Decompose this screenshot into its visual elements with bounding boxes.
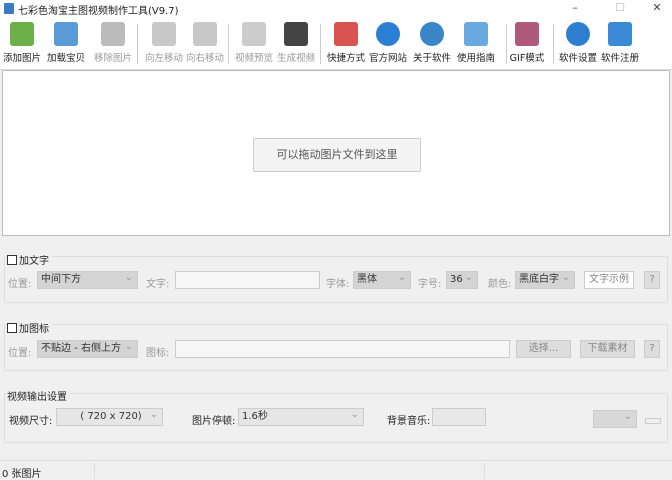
text-position-label: 位置: bbox=[8, 279, 32, 290]
text-label: 文字: bbox=[146, 279, 170, 290]
load-item-icon bbox=[54, 22, 78, 46]
toolbar-button-clapperboard[interactable]: 生成视频 bbox=[274, 20, 318, 66]
status-divider bbox=[484, 463, 485, 479]
arrow-left-icon bbox=[152, 22, 176, 46]
toolbar-label: 使用指南 bbox=[456, 53, 495, 64]
cubes-icon bbox=[334, 22, 358, 46]
add-icon-checkbox[interactable]: 加图标 bbox=[7, 320, 52, 335]
checkbox-box[interactable] bbox=[7, 255, 17, 265]
volume-slider[interactable] bbox=[645, 418, 661, 424]
add-icon-label: 加图标 bbox=[19, 324, 49, 335]
gif-film-icon bbox=[515, 22, 539, 46]
toolbar-button-guide[interactable]: 使用指南 bbox=[454, 20, 498, 66]
font-select[interactable]: 黑体 bbox=[353, 270, 411, 289]
toolbar-button-gif-film[interactable]: GIF模式 bbox=[505, 20, 549, 66]
toolbar: 添加图片 加载宝贝 移除图片 向左移动 向右移动 视频预览 生成视频 快捷方式 官方网站 关于软件… bbox=[0, 18, 672, 70]
maximize-button[interactable]: ☐ bbox=[605, 0, 635, 18]
toolbar-label: 生成视频 bbox=[276, 53, 315, 64]
video-size-label: 视频尺寸: bbox=[9, 416, 53, 427]
toolbar-separator bbox=[506, 24, 507, 64]
icon-path-input[interactable] bbox=[175, 340, 510, 358]
icon-help-button[interactable]: ? bbox=[644, 340, 660, 358]
output-settings-title: 视频输出设置 bbox=[7, 388, 70, 403]
font-label: 字体: bbox=[326, 279, 350, 290]
window-title: 七彩色淘宝主图视频制作工具(V9.7) bbox=[18, 6, 179, 17]
text-input[interactable] bbox=[175, 271, 320, 289]
toolbar-separator bbox=[320, 24, 321, 64]
toolbar-label: 移除图片 bbox=[93, 53, 132, 64]
icon-position-label: 位置: bbox=[8, 348, 32, 359]
toolbar-button-monitor[interactable]: 软件注册 bbox=[598, 20, 642, 66]
toolbar-label: GIF模式 bbox=[509, 53, 545, 64]
color-select[interactable]: 黑底白字 bbox=[515, 270, 575, 289]
monitor-icon bbox=[608, 22, 632, 46]
image-pause-label: 图片停顿: bbox=[192, 416, 236, 427]
image-pause-select[interactable]: 1.6秒 bbox=[238, 407, 364, 426]
toolbar-separator bbox=[137, 24, 138, 64]
image-count: 0 张图片 bbox=[2, 469, 42, 480]
close-button[interactable]: ✕ bbox=[642, 0, 672, 18]
toolbar-label: 软件注册 bbox=[600, 53, 639, 64]
color-label: 颜色: bbox=[488, 279, 512, 290]
bg-music-label: 背景音乐: bbox=[387, 416, 431, 427]
status-divider bbox=[94, 463, 95, 479]
gear-icon bbox=[566, 22, 590, 46]
ie-icon bbox=[376, 22, 400, 46]
info-icon bbox=[420, 22, 444, 46]
bg-music-input[interactable] bbox=[432, 408, 486, 426]
icon-position-select[interactable]: 不贴边 - 右侧上方 bbox=[37, 339, 138, 358]
toolbar-separator bbox=[553, 24, 554, 64]
font-size-label: 字号: bbox=[418, 279, 442, 290]
checkbox-box[interactable] bbox=[7, 323, 17, 333]
minimize-button[interactable]: – bbox=[560, 0, 590, 18]
icon-label: 图标: bbox=[146, 348, 170, 359]
guide-icon bbox=[464, 22, 488, 46]
remove-image-icon bbox=[101, 22, 125, 46]
bg-music-select[interactable] bbox=[593, 409, 637, 428]
toolbar-button-load-item[interactable]: 加载宝贝 bbox=[44, 20, 88, 66]
font-size-select[interactable]: 36 bbox=[446, 270, 478, 289]
toolbar-label: 向右移动 bbox=[185, 53, 224, 64]
download-assets-button[interactable]: 下载素材 bbox=[580, 340, 635, 358]
add-text-label: 加文字 bbox=[19, 256, 49, 267]
toolbar-button-remove-image[interactable]: 移除图片 bbox=[91, 20, 135, 66]
arrow-right-icon bbox=[193, 22, 217, 46]
add-text-checkbox[interactable]: 加文字 bbox=[7, 252, 52, 267]
drop-hint-button[interactable]: 可以拖动图片文件到这里 bbox=[253, 138, 421, 172]
video-size-select[interactable]: ( 720 x 720) bbox=[56, 407, 163, 426]
choose-icon-button[interactable]: 选择... bbox=[516, 340, 571, 358]
text-help-button[interactable]: ? bbox=[644, 271, 660, 289]
title-bar: 七彩色淘宝主图视频制作工具(V9.7) – ☐ ✕ bbox=[0, 0, 672, 18]
clapperboard-icon bbox=[284, 22, 308, 46]
add-image-icon bbox=[10, 22, 34, 46]
toolbar-separator bbox=[228, 24, 229, 64]
magnifier-icon bbox=[242, 22, 266, 46]
text-sample-button[interactable]: 文字示例 bbox=[584, 271, 634, 289]
status-bar: 0 张图片 bbox=[0, 460, 672, 480]
app-icon bbox=[4, 3, 14, 14]
text-position-select[interactable]: 中间下方 bbox=[37, 270, 138, 289]
toolbar-button-arrow-right[interactable]: 向右移动 bbox=[183, 20, 227, 66]
